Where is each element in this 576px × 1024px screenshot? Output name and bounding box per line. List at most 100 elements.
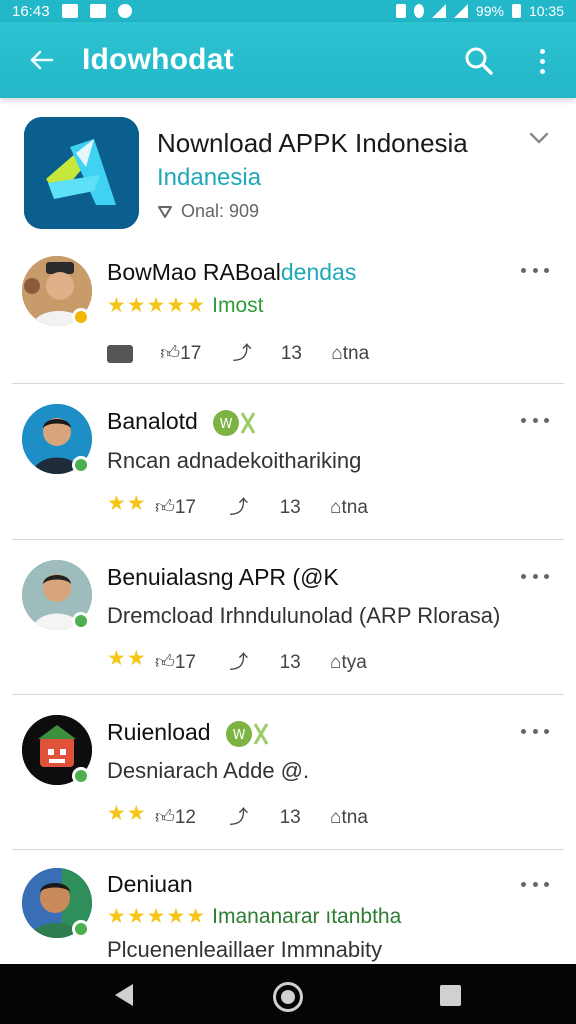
search-icon (465, 47, 493, 75)
reply-count[interactable]: 13 (281, 343, 302, 365)
status-time: 16:43 (12, 2, 50, 20)
reply-icon[interactable]: ⤴︎ (229, 492, 248, 519)
star-icons: ★★★★★ (107, 294, 207, 317)
reviewer-name-text: BowMao RABoal (107, 259, 281, 285)
svg-text:W: W (220, 417, 233, 432)
battery-icon (511, 4, 521, 18)
helpful-label: tna (341, 497, 368, 518)
svg-text:W: W (233, 728, 246, 743)
review-actions: 👍︎17 ⤴︎ 13 ⌂tna (107, 338, 369, 365)
reply-count[interactable]: 13 (280, 652, 301, 674)
helpful-action[interactable]: ⌂tya (330, 652, 367, 674)
app-header: Nownload APPK Indonesia Indanesia Onal: … (0, 98, 576, 246)
helpful-action[interactable]: ⌂tna (331, 343, 369, 365)
award-badge-icon: W (213, 409, 256, 436)
rating-text: Imananarar ıtanbtha (212, 905, 402, 928)
expand-button[interactable] (528, 130, 550, 146)
reply-count[interactable]: 13 (280, 497, 301, 519)
reviewer-name-text: Ruienload (107, 719, 211, 745)
review-overflow-button[interactable] (521, 879, 549, 889)
app-bar-title: Idowhodat (82, 43, 234, 76)
star-icons: ★★ (107, 802, 147, 825)
reviewer-name: BowMao RABoaldendas (107, 259, 356, 286)
helpful-action[interactable]: ⌂tna (330, 497, 368, 519)
nav-back-icon[interactable] (115, 984, 133, 1006)
rating-stars: ★★ (107, 801, 147, 826)
reply-count[interactable]: 13 (280, 807, 301, 829)
star-icons: ★★ (107, 492, 147, 515)
review-text: Dremcload Irhndulunolad (ARP Rlorasa) (107, 603, 501, 628)
app-logo-graphic (24, 117, 139, 229)
reply-icon[interactable]: ⤴︎ (229, 647, 248, 674)
like-count: 17 (174, 652, 196, 673)
dot (532, 728, 538, 734)
wifi-icon (431, 4, 446, 18)
helpful-label: tya (341, 652, 367, 673)
review-item: Deniuan ★★★★★ Imananarar ıtanbtha Plcuene… (0, 850, 576, 964)
like-action[interactable]: 👍︎17 (155, 496, 196, 519)
review-actions: 👍︎12 ⤴︎ 13 ⌂tna (155, 802, 368, 829)
helpful-label: tna (342, 343, 370, 364)
review-overflow-button[interactable] (521, 726, 549, 736)
dot (532, 573, 538, 579)
dot (539, 58, 545, 64)
reviewer-name-text: Banalotd (107, 408, 198, 434)
online-badge (72, 612, 90, 630)
nav-home-icon[interactable] (273, 982, 303, 1012)
review-overflow-button[interactable] (521, 571, 549, 581)
nav-recents-icon[interactable] (440, 985, 461, 1006)
dot (532, 267, 538, 273)
app-meta: Onal: 909 (157, 201, 259, 222)
reviewer-name: Benuialasng APR (@K (107, 564, 339, 590)
like-action[interactable]: 👍︎17 (155, 651, 196, 674)
app-logo[interactable] (24, 117, 139, 229)
reply-icon[interactable]: ⤴︎ (233, 338, 252, 365)
dot (521, 881, 526, 887)
review-overflow-button[interactable] (521, 265, 549, 275)
reply-icon[interactable]: ⤴︎ (229, 802, 248, 829)
rating-stars: ★★ (107, 491, 147, 516)
dot (539, 48, 545, 54)
signal-icon (453, 4, 468, 18)
rating-stars: ★★★★★ Imananarar ıtanbtha (107, 904, 401, 929)
dot (544, 267, 549, 273)
star-icons: ★★★★★ (107, 905, 207, 928)
chevron-down-icon (529, 132, 549, 144)
online-badge (72, 767, 90, 785)
reviewer-name-accent: dendas (280, 259, 357, 285)
review-item: Ruienload W Desniarach Adde @. ★★ 👍︎12 ⤴… (0, 695, 576, 849)
online-badge (72, 456, 90, 474)
helpful-action[interactable]: ⌂tna (330, 807, 368, 829)
search-button[interactable] (458, 40, 500, 82)
like-action[interactable]: 👍︎12 (155, 806, 196, 829)
like-action[interactable]: 👍︎17 (160, 342, 201, 365)
app-subtitle[interactable]: Indanesia (157, 164, 261, 192)
dot (521, 267, 526, 273)
dot (521, 417, 526, 423)
back-button[interactable] (0, 22, 82, 98)
reviewer-name: Banalotd W (107, 408, 258, 437)
share-icon[interactable] (107, 344, 133, 363)
like-count: 17 (180, 343, 202, 364)
online-badge (72, 920, 90, 938)
dot (532, 881, 538, 887)
dot (521, 728, 526, 734)
status-bar: 16:43 99% 10:35 (0, 0, 576, 22)
review-overflow-button[interactable] (521, 415, 549, 425)
system-nav-bar (0, 964, 576, 1024)
rating-stars: ★★★★★ Imost (107, 293, 263, 318)
star-icons: ★★ (107, 647, 147, 670)
review-actions: 👍︎17 ⤴︎ 13 ⌂tya (155, 647, 367, 674)
dot (544, 417, 549, 423)
like-count: 17 (174, 497, 196, 518)
dot (544, 881, 549, 887)
bluetooth-icon (413, 4, 424, 18)
overflow-menu-button[interactable] (524, 40, 560, 82)
review-item: Banalotd W Rncan adnadekoithariking ★★ 👍… (0, 384, 576, 539)
dot (521, 573, 526, 579)
rating-stars: ★★ (107, 646, 147, 671)
app-meta-text: Onal: 909 (181, 201, 260, 221)
award-badge-icon: W (225, 720, 269, 747)
arrow-left-icon (30, 50, 54, 70)
battery-level: 99% (475, 3, 504, 19)
